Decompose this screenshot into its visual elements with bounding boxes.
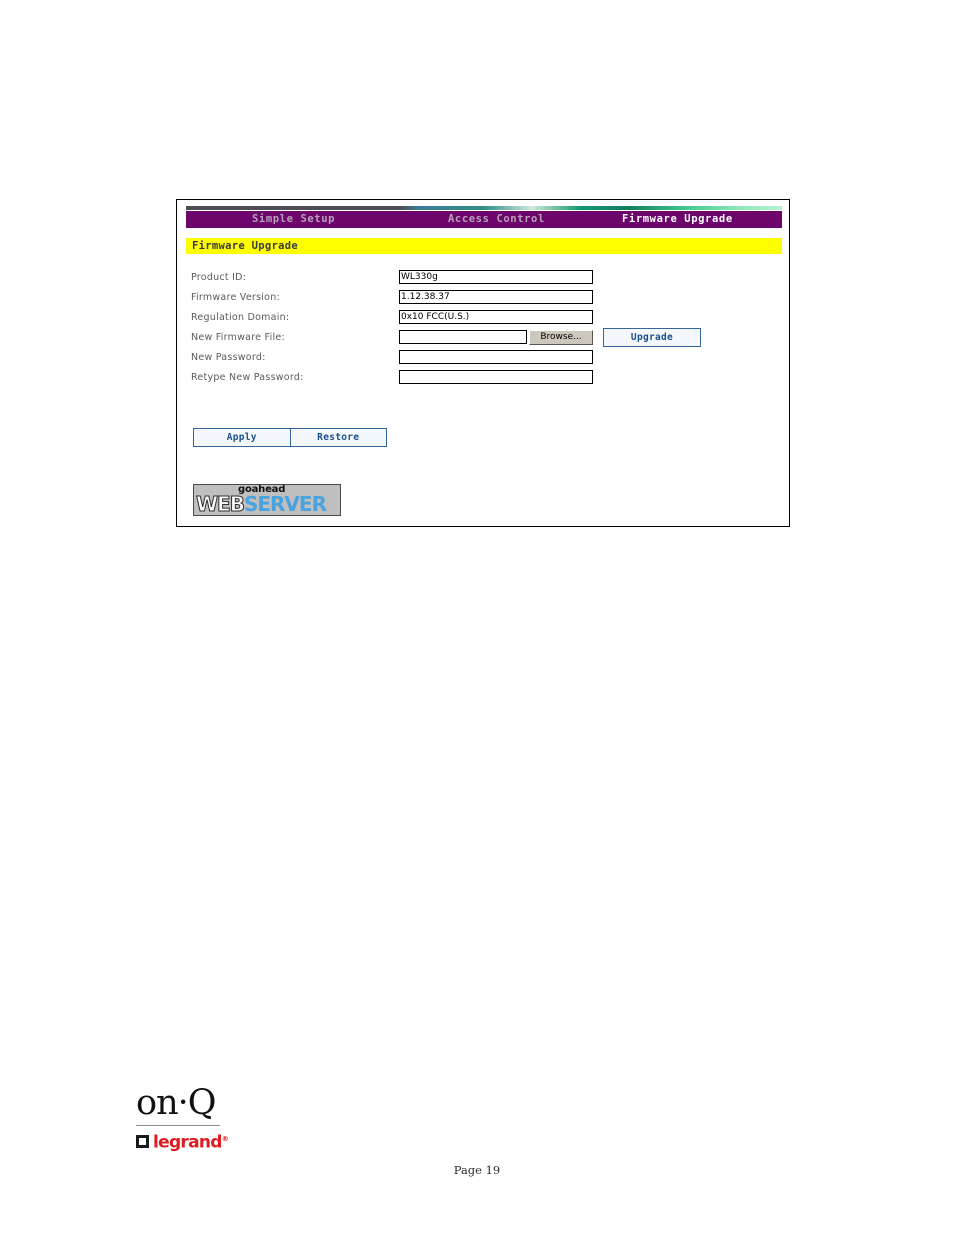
firmware-upgrade-form: Product ID: WL330g Firmware Version: 1.1… [191, 270, 771, 390]
registered-trademark-icon: ® [221, 1135, 229, 1143]
onq-legrand-logo: on·Q legrand® [136, 1083, 229, 1152]
router-admin-panel: Simple Setup Access Control Firmware Upg… [176, 199, 790, 527]
section-title: Firmware Upgrade [192, 240, 298, 252]
webserver-server-text: SERVER [243, 492, 327, 516]
apply-button[interactable]: Apply [194, 429, 290, 446]
retype-new-password-field[interactable] [399, 370, 593, 384]
regulation-domain-label: Regulation Domain: [191, 312, 290, 323]
nav-item-access-control[interactable]: Access Control [448, 212, 545, 227]
retype-new-password-label: Retype New Password: [191, 372, 304, 383]
product-id-label: Product ID: [191, 272, 247, 283]
logo-divider [136, 1125, 220, 1126]
nav-item-simple-setup[interactable]: Simple Setup [252, 212, 335, 227]
webserver-wordmark: WEBSERVER [196, 492, 327, 516]
goahead-webserver-logo: goahead WEBSERVER [193, 484, 341, 516]
upgrade-button[interactable]: Upgrade [603, 328, 701, 347]
firmware-version-label: Firmware Version: [191, 292, 280, 303]
browse-button[interactable]: Browse... [529, 330, 593, 345]
legrand-row: legrand® [136, 1131, 229, 1152]
legrand-wordmark: legrand® [153, 1131, 229, 1153]
form-row-firmware-version: Firmware Version: 1.12.38.37 [191, 290, 771, 310]
main-navigation-bar: Simple Setup Access Control Firmware Upg… [186, 211, 782, 228]
form-row-product-id: Product ID: WL330g [191, 270, 771, 290]
regulation-domain-field[interactable]: 0x10 FCC(U.S.) [399, 310, 593, 324]
legrand-text: legrand [153, 1132, 222, 1153]
action-button-group: Apply Restore [193, 428, 387, 447]
decorative-gradient-strip [186, 206, 782, 210]
new-firmware-file-label: New Firmware File: [191, 332, 285, 343]
nav-item-firmware-upgrade[interactable]: Firmware Upgrade [622, 212, 733, 227]
form-row-new-firmware-file: New Firmware File: Browse... Upgrade [191, 328, 771, 350]
firmware-version-field[interactable]: 1.12.38.37 [399, 290, 593, 304]
form-row-retype-new-password: Retype New Password: [191, 370, 771, 390]
legrand-square-icon [136, 1134, 149, 1148]
restore-button[interactable]: Restore [289, 429, 387, 446]
form-row-regulation-domain: Regulation Domain: 0x10 FCC(U.S.) [191, 310, 771, 330]
section-title-bar: Firmware Upgrade [186, 238, 782, 254]
webserver-web-text: WEB [196, 492, 246, 516]
new-firmware-file-field[interactable] [399, 330, 527, 344]
new-password-field[interactable] [399, 350, 593, 364]
onq-wordmark: on·Q [136, 1083, 216, 1123]
page-number: Page 19 [453, 1163, 501, 1177]
new-password-label: New Password: [191, 352, 266, 363]
product-id-field[interactable]: WL330g [399, 270, 593, 284]
form-row-new-password: New Password: [191, 350, 771, 370]
